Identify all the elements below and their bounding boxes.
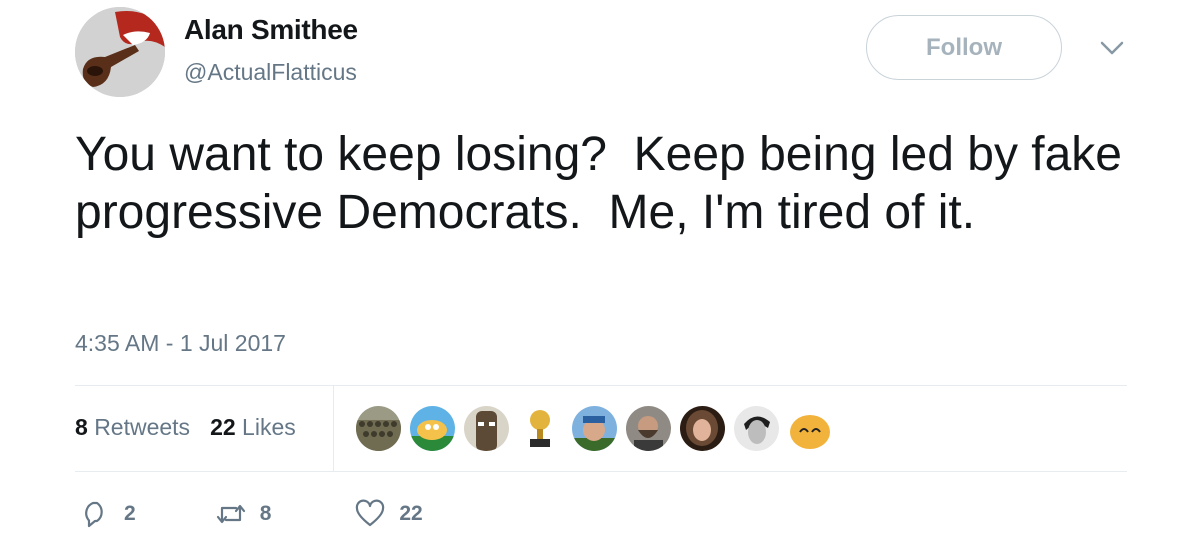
cartoon-face-avatar-icon[interactable] [788, 406, 833, 451]
retweets-label: Retweets [94, 414, 191, 440]
reply-icon[interactable] [80, 499, 110, 529]
woman-avatar-icon[interactable] [680, 406, 725, 451]
moai-statue-avatar-icon[interactable] [464, 406, 509, 451]
crowd-avatar-icon[interactable] [356, 406, 401, 451]
liker-avatars [356, 406, 833, 451]
author-handle[interactable]: @ActualFlatticus [184, 59, 357, 86]
cartoon-fish-avatar-icon[interactable] [410, 406, 455, 451]
retweets-count: 8 [75, 414, 88, 440]
like-action[interactable]: 22 [355, 499, 423, 529]
follow-button[interactable]: Follow [866, 15, 1062, 80]
chevron-down-icon[interactable] [1100, 40, 1124, 56]
bw-portrait-avatar-icon[interactable] [734, 406, 779, 451]
likes-count: 22 [210, 414, 236, 440]
trophy-avatar-icon[interactable] [518, 406, 563, 451]
retweet-icon[interactable] [216, 499, 246, 529]
divider-top [75, 385, 1127, 386]
likes-stat[interactable]: 22 Likes [210, 414, 296, 441]
tweet-timestamp[interactable]: 4:35 AM - 1 Jul 2017 [75, 330, 286, 357]
bearded-man-avatar-icon[interactable] [626, 406, 671, 451]
retweets-stat[interactable]: 8 Retweets [75, 414, 190, 441]
author-name[interactable]: Alan Smithee [184, 14, 358, 46]
divider-bottom [75, 471, 1127, 472]
stats-divider [333, 386, 334, 471]
pipe-avatar-icon [75, 7, 165, 97]
retweet-count: 8 [259, 502, 272, 525]
reply-action[interactable]: 2 [80, 499, 136, 529]
like-count: 22 [399, 502, 423, 525]
tweet-actions: 2 8 22 [80, 499, 423, 529]
tweet-stats: 8 Retweets 22 Likes [75, 414, 296, 441]
heart-icon[interactable] [355, 499, 385, 529]
man-outdoors-avatar-icon[interactable] [572, 406, 617, 451]
reply-count: 2 [124, 502, 136, 525]
tweet-text: You want to keep losing? Keep being led … [75, 128, 1136, 239]
retweet-action[interactable]: 8 [216, 499, 272, 529]
author-avatar[interactable] [75, 7, 165, 97]
likes-label: Likes [242, 414, 296, 440]
